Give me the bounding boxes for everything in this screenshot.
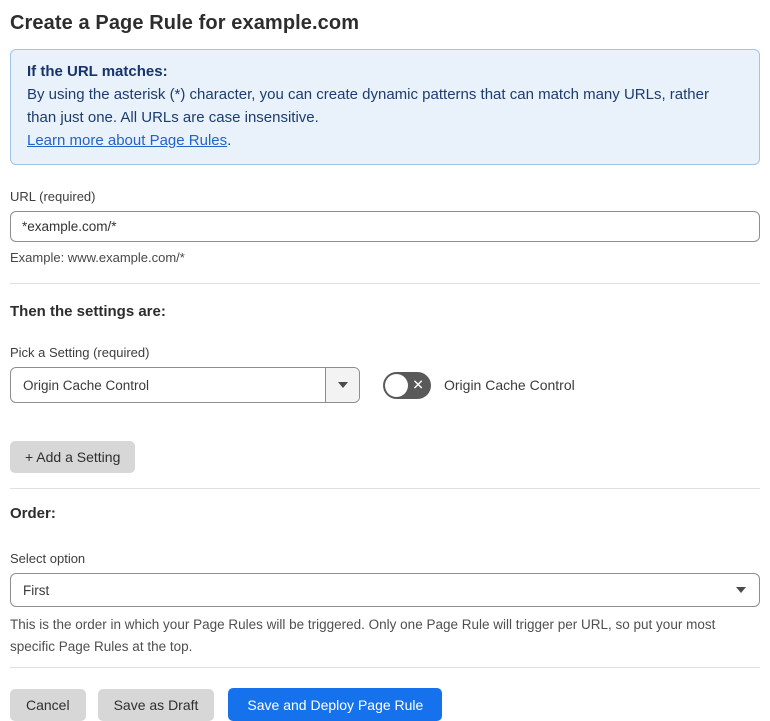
save-as-draft-button[interactable]: Save as Draft <box>97 688 215 721</box>
info-box-heading: If the URL matches: <box>27 63 168 80</box>
order-select-value: First <box>23 582 50 598</box>
cancel-button[interactable]: Cancel <box>10 688 86 721</box>
link-suffix: . <box>227 132 232 149</box>
divider <box>10 667 760 668</box>
setting-select-arrow-segment[interactable] <box>325 368 359 402</box>
toggle-off-x-icon: ✕ <box>412 376 424 393</box>
order-select-arrow <box>723 587 759 593</box>
order-section-heading: Order: <box>10 505 56 522</box>
info-link-line: Learn more about Page Rules. <box>27 129 743 152</box>
learn-more-link[interactable]: Learn more about Page Rules <box>27 132 227 149</box>
order-help-text: This is the order in which your Page Rul… <box>10 617 716 654</box>
footer-actions: Cancel Save as Draft Save and Deploy Pag… <box>10 688 760 721</box>
info-box-body: By using the asterisk (*) character, you… <box>27 86 709 126</box>
url-match-info-box: If the URL matches: By using the asteris… <box>10 49 760 165</box>
chevron-down-icon <box>337 382 348 388</box>
add-setting-button[interactable]: + Add a Setting <box>10 441 136 473</box>
page-title: Create a Page Rule for example.com <box>10 12 360 34</box>
toggle-knob <box>385 373 408 397</box>
toggle-label: Origin Cache Control <box>444 377 575 393</box>
settings-section-heading: Then the settings are: <box>10 303 166 320</box>
divider <box>10 488 760 489</box>
origin-cache-control-toggle[interactable]: ✕ <box>383 371 431 399</box>
setting-row: Origin Cache Control ✕ Origin Cache Cont… <box>10 367 760 403</box>
divider <box>10 283 760 284</box>
order-select[interactable]: First <box>10 573 760 607</box>
setting-select[interactable]: Origin Cache Control <box>10 367 360 403</box>
order-select-label: Select option <box>10 551 86 566</box>
url-input[interactable] <box>10 211 760 242</box>
url-example-hint: Example: www.example.com/* <box>10 250 185 265</box>
chevron-down-icon <box>736 587 746 593</box>
url-field-label: URL (required) <box>10 189 96 204</box>
save-and-deploy-button[interactable]: Save and Deploy Page Rule <box>228 688 443 721</box>
pick-setting-label: Pick a Setting (required) <box>10 345 150 360</box>
create-page-rule-form: Create a Page Rule for example.com If th… <box>0 0 770 721</box>
setting-select-value: Origin Cache Control <box>23 377 150 393</box>
